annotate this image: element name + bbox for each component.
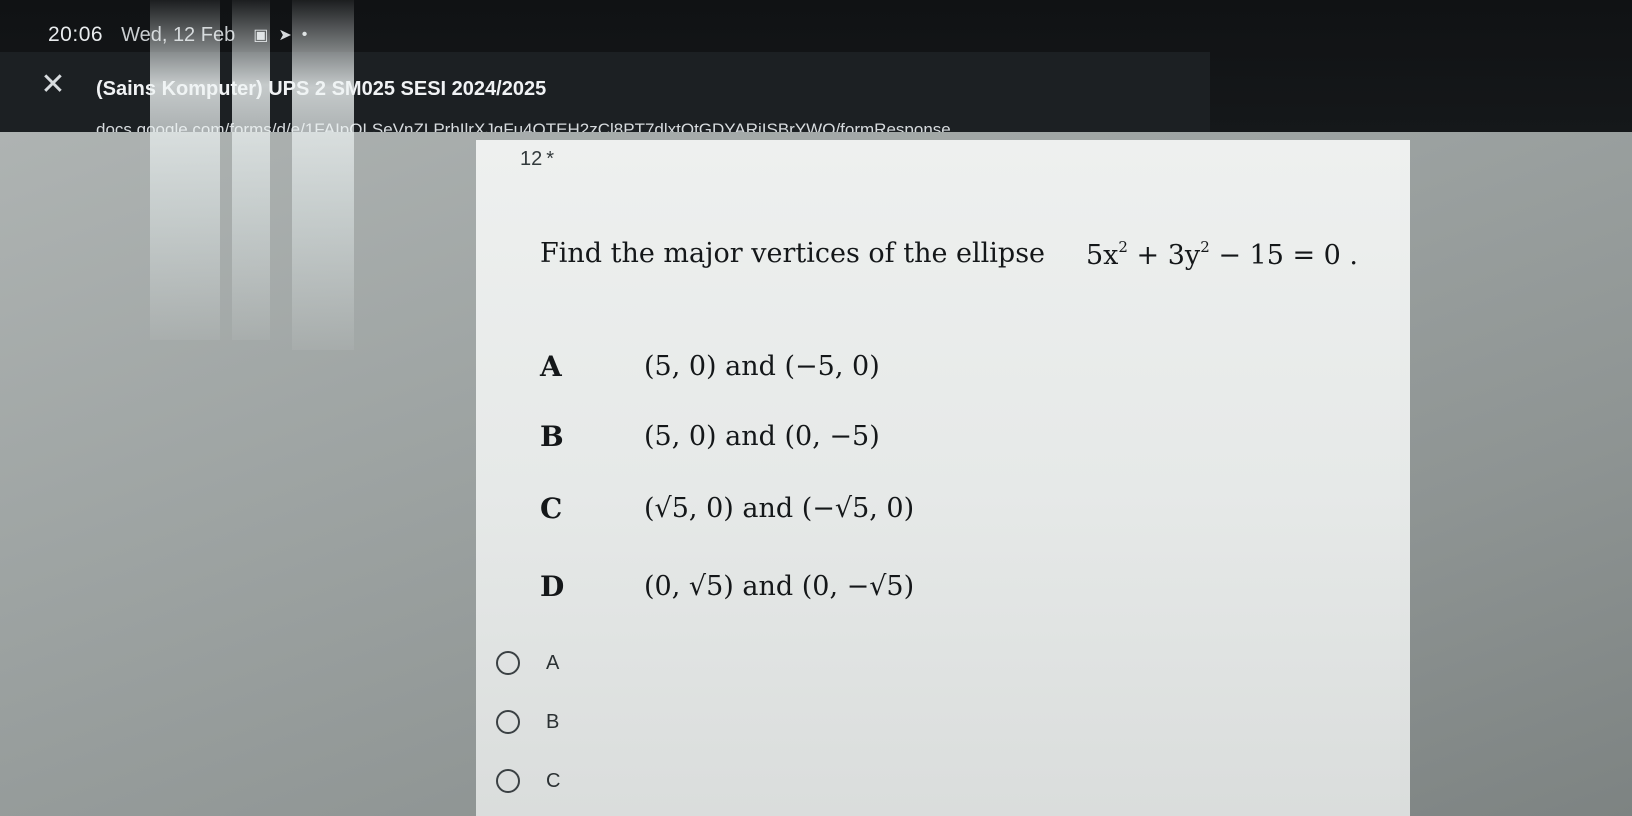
window-glare: [232, 0, 270, 340]
choice-c[interactable]: C: [496, 764, 560, 798]
option-letter: A: [540, 349, 562, 383]
option-text: (5, 0) and (0, −5): [644, 420, 880, 452]
option-text: (0, √5) and (0, −√5): [644, 570, 915, 602]
question-number: 12 *: [520, 148, 554, 171]
window-glare: [150, 0, 220, 340]
send-icon: ➤: [278, 27, 292, 44]
option-a: A (5, 0) and (−5, 0): [540, 346, 880, 386]
equation-exponent: 2: [1200, 238, 1210, 256]
choice-b[interactable]: B: [496, 705, 559, 739]
radio-button[interactable]: [496, 710, 520, 734]
option-c: C (√5, 0) and (−√5, 0): [540, 488, 914, 528]
option-text: (5, 0) and (−5, 0): [644, 350, 880, 382]
choice-label: A: [546, 651, 560, 674]
radio-button[interactable]: [496, 769, 520, 793]
option-text: (√5, 0) and (−√5, 0): [644, 492, 915, 524]
radio-button[interactable]: [496, 651, 520, 675]
status-time: 20:06: [48, 23, 104, 46]
option-d: D (0, √5) and (0, −√5): [540, 566, 914, 606]
choice-label: C: [546, 769, 561, 792]
window-glare: [292, 0, 354, 350]
equation-term: + 3y: [1127, 240, 1201, 271]
choice-a[interactable]: A: [496, 646, 559, 680]
required-marker: *: [546, 148, 555, 170]
close-icon[interactable]: ✕: [40, 70, 66, 100]
question-prompt: Find the major vertices of the ellipse: [540, 238, 1046, 269]
question-equation: 5x2 + 3y2 − 15 = 0 .: [1086, 238, 1358, 271]
option-letter: C: [540, 491, 563, 525]
equation-term: − 15 = 0 .: [1209, 240, 1359, 271]
screen: 20:06 Wed, 12 Feb ▣ ➤ • ✕ (Sains Kompute…: [0, 0, 1632, 816]
question-number-value: 12: [520, 148, 543, 170]
choice-label: B: [546, 710, 560, 733]
equation-exponent: 2: [1118, 238, 1128, 256]
option-letter: D: [540, 569, 565, 603]
option-letter: B: [540, 419, 564, 453]
option-b: B (5, 0) and (0, −5): [540, 416, 880, 456]
equation-term: 5x: [1086, 240, 1119, 271]
